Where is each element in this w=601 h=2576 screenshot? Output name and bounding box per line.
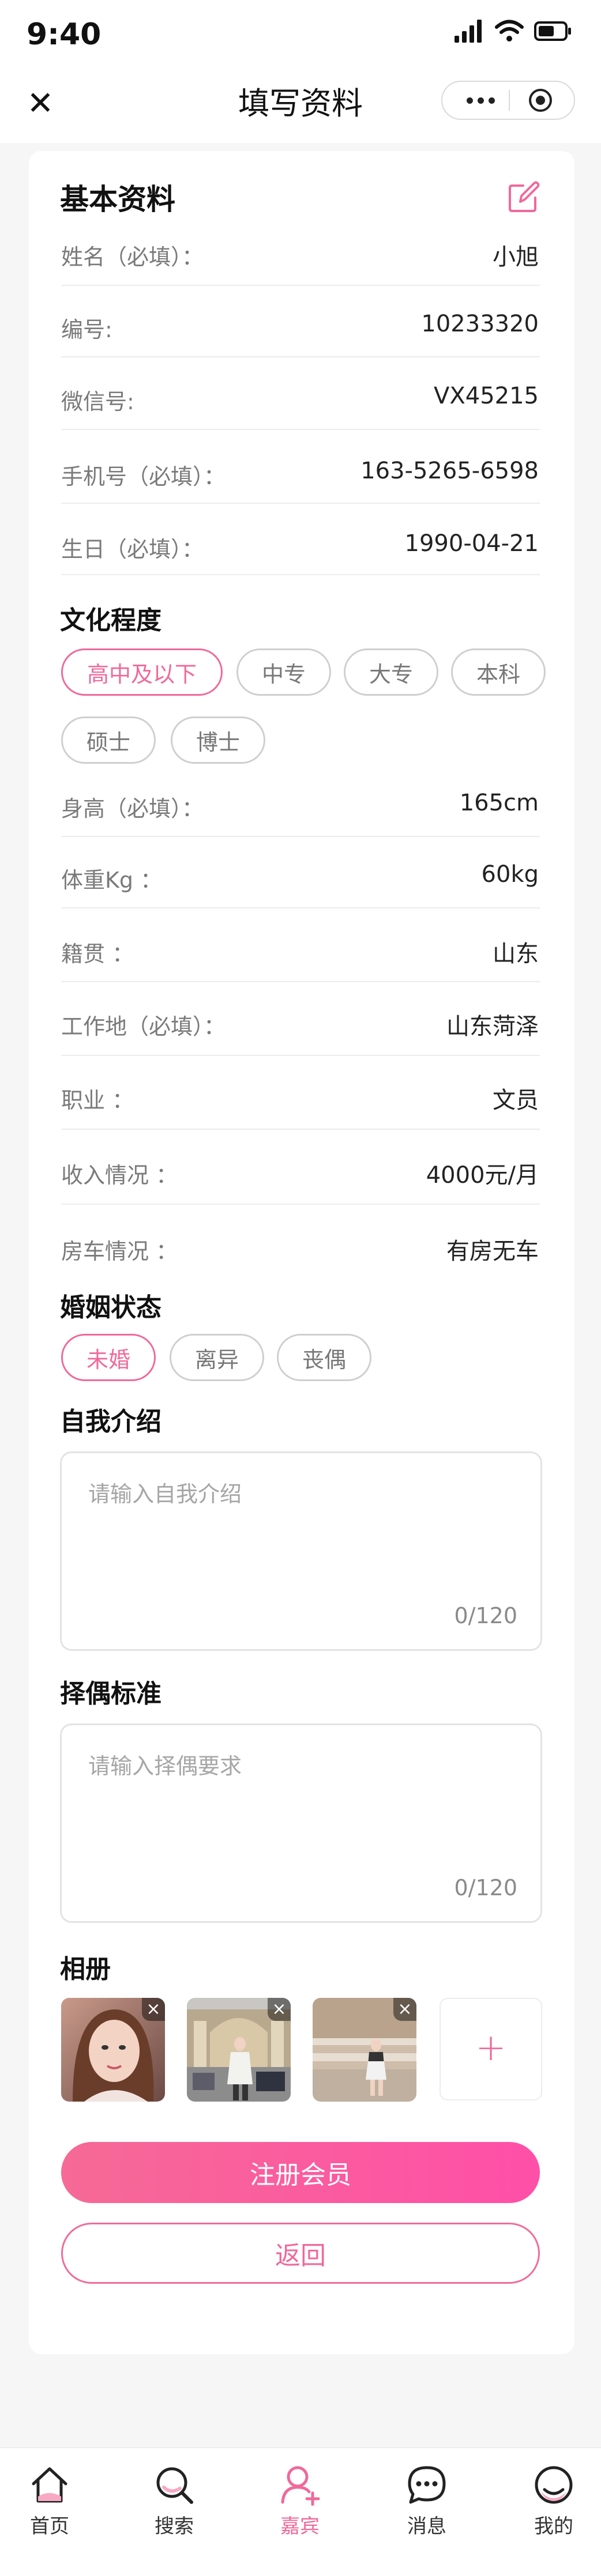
delete-photo-icon[interactable]: × [142, 1998, 165, 2021]
name-value[interactable]: 小旭 [493, 238, 539, 271]
birthday-value[interactable]: 1990-04-21 [405, 530, 539, 557]
criteria-counter: 0/120 [454, 1875, 517, 1900]
delete-photo-icon[interactable]: × [268, 1998, 291, 2021]
hometown-label: 籍贯 ： [61, 941, 134, 967]
tab-messages-label: 消息 [407, 2515, 446, 2538]
tab-guests[interactable]: 嘉宾 [254, 2464, 346, 2539]
education-option-doctor[interactable]: 博士 [171, 716, 265, 764]
album-photo[interactable]: × [187, 1998, 291, 2102]
wechat-value[interactable]: VX45215 [434, 383, 539, 409]
status-time: 9:40 [27, 17, 102, 52]
birthday-label: 生日（必填）： [61, 537, 204, 562]
tab-bar: 首页 搜索 嘉宾 消息 我的 [0, 2447, 601, 2576]
status-bar: 9:40 [0, 0, 601, 69]
nav-bar: ✕ 填写资料 [0, 69, 601, 143]
divider [61, 503, 540, 504]
divider [61, 429, 540, 430]
marital-option-single[interactable]: 未婚 [61, 1334, 156, 1381]
tab-home-label: 首页 [30, 2515, 69, 2538]
mini-program-capsule [441, 81, 575, 120]
workplace-label: 工作地（必填）： [61, 1014, 226, 1039]
battery-icon [534, 21, 571, 41]
divider [61, 356, 540, 357]
criteria-textarea[interactable]: 请输入择偶要求 0/120 [60, 1723, 542, 1923]
delete-photo-icon[interactable]: × [393, 1998, 416, 2021]
divider [61, 285, 540, 286]
album-title: 相册 [60, 1955, 111, 1984]
weight-value[interactable]: 60kg [482, 861, 539, 888]
divider [61, 1055, 540, 1056]
tab-profile[interactable]: 我的 [508, 2464, 600, 2539]
tab-search[interactable]: 搜索 [128, 2464, 220, 2539]
phone-label: 手机号（必填）： [61, 464, 226, 489]
occupation-value[interactable]: 文员 [493, 1081, 539, 1115]
more-icon[interactable] [457, 82, 504, 119]
education-option-high-school[interactable]: 高中及以下 [61, 648, 223, 696]
criteria-title: 择偶标准 [60, 1679, 161, 1708]
system-icons [454, 20, 572, 43]
intro-placeholder: 请输入自我介绍 [88, 1481, 242, 1507]
capsule-divider [509, 90, 510, 111]
signal-icon [454, 20, 482, 43]
house-car-value[interactable]: 有房无车 [446, 1232, 539, 1266]
edit-icon[interactable] [506, 179, 542, 214]
intro-title: 自我介绍 [60, 1407, 161, 1436]
marital-status-title: 婚姻状态 [60, 1293, 161, 1322]
divider [61, 981, 540, 982]
phone-value[interactable]: 163-5265-6598 [360, 458, 539, 484]
intro-counter: 0/120 [454, 1603, 517, 1628]
guest-icon [281, 2466, 320, 2506]
home-icon [32, 2467, 67, 2503]
workplace-value[interactable]: 山东菏泽 [446, 1008, 539, 1041]
divider [61, 574, 540, 575]
education-title: 文化程度 [60, 606, 161, 635]
height-label: 身高（必填）： [61, 796, 204, 821]
tab-home[interactable]: 首页 [3, 2464, 96, 2539]
height-value[interactable]: 165cm [460, 790, 539, 816]
basic-info-title: 基本资料 [60, 183, 175, 216]
album-photo[interactable]: × [61, 1998, 165, 2102]
close-target-icon[interactable] [529, 89, 552, 112]
wifi-icon [495, 20, 524, 42]
education-option-college[interactable]: 大专 [344, 648, 438, 696]
wechat-label: 微信号: [61, 389, 134, 414]
name-label: 姓名（必填）： [61, 244, 204, 270]
income-label: 收入情况 ： [61, 1163, 178, 1188]
hometown-value[interactable]: 山东 [493, 935, 539, 968]
search-icon [156, 2467, 193, 2504]
album-photo[interactable]: × [313, 1998, 416, 2102]
marital-option-widowed[interactable]: 丧偶 [277, 1334, 371, 1381]
divider [61, 1204, 540, 1205]
profile-icon [535, 2466, 573, 2504]
education-option-bachelor[interactable]: 本科 [451, 648, 546, 696]
divider [61, 836, 540, 837]
occupation-label: 职业 ： [61, 1088, 134, 1113]
weight-label: 体重Kg ： [61, 868, 163, 893]
back-button[interactable]: 返回 [61, 2223, 540, 2284]
house-car-label: 房车情况 ： [61, 1239, 178, 1264]
tab-guests-label: 嘉宾 [280, 2515, 320, 2538]
id-value: 10233320 [421, 311, 539, 337]
divider [61, 1129, 540, 1130]
criteria-placeholder: 请输入择偶要求 [88, 1753, 242, 1779]
tab-messages[interactable]: 消息 [381, 2464, 473, 2539]
id-label: 编号: [61, 317, 112, 342]
message-icon [408, 2466, 446, 2504]
education-option-technical[interactable]: 中专 [236, 648, 331, 696]
add-photo-button[interactable]: + [440, 1998, 542, 2100]
education-option-master[interactable]: 硕士 [61, 716, 156, 764]
register-member-button[interactable]: 注册会员 [61, 2142, 540, 2203]
divider [61, 907, 540, 908]
intro-textarea[interactable]: 请输入自我介绍 0/120 [60, 1451, 542, 1651]
marital-option-divorced[interactable]: 离异 [170, 1334, 264, 1381]
tab-search-label: 搜索 [155, 2515, 194, 2538]
income-value[interactable]: 4000元/月 [426, 1156, 539, 1190]
tab-profile-label: 我的 [534, 2515, 573, 2538]
